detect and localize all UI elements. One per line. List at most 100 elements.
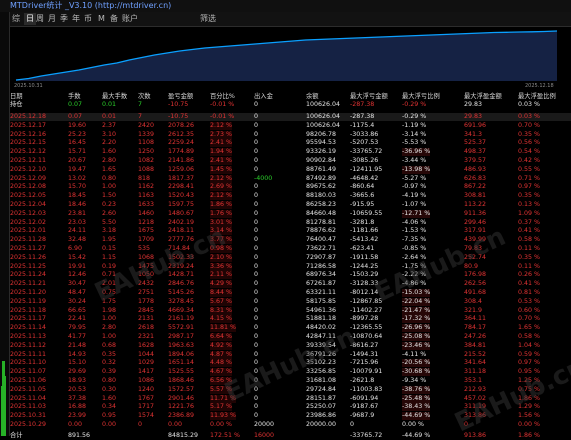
table-row[interactable]: 2025.12.16 25.23 3.10 1339 2612.35 2.73 % 0 982…: [10, 130, 571, 139]
toolbar-tab[interactable]: 年: [72, 13, 80, 25]
cell-col-1: 14.93: [68, 350, 87, 358]
cell-col-2: 2.80: [102, 324, 117, 332]
cell-col-6: 0: [254, 209, 259, 217]
cell-col-10: 29.83: [464, 101, 483, 108]
cell-col-9: -4.06 %: [402, 218, 427, 226]
cell-col-4: 1817.37: [168, 174, 195, 182]
cell-col-1: 0.07: [68, 113, 83, 120]
cell-col-7: 98206.78: [306, 130, 337, 138]
table-row[interactable]: 2025.12.08 15.70 1.00 1162 2298.41 2.69 % 0 896…: [10, 183, 571, 192]
cell-col-4: 1221.76: [168, 403, 195, 411]
cell-col-1: 41.77: [68, 333, 87, 340]
cell-col-4: 1480.67: [168, 209, 195, 217]
cell-col-9: -38.76 %: [402, 385, 431, 394]
cell-col-0: 2025.12.05: [10, 192, 47, 200]
cell-col-5: 6.64 %: [210, 333, 233, 341]
cell-col-2: 1.00: [102, 315, 117, 323]
cell-col-1: 37.38: [68, 394, 87, 402]
table-row[interactable]: 2025.12.05 18.45 1.50 1163 1520.43 2.12 % 0 881…: [10, 192, 571, 201]
cell-col-9: 0.00 %: [402, 421, 425, 428]
table-row[interactable]: 2025.12.12 15.71 1.60 1250 1774.89 1.94 % 0 933…: [10, 148, 571, 157]
cell-col-9: -25.08 %: [402, 333, 431, 341]
table-row[interactable]: 2025.12.17 19.60 2.37 2420 2078.26 2.12 % 0 100…: [10, 121, 571, 130]
cell-col-11: 0.11 %: [518, 245, 541, 252]
table-row[interactable]: 2025.12.04 18.46 0.23 1633 1597.75 1.86 % 0 862…: [10, 201, 571, 209]
cell-col-8: -287.38: [350, 101, 375, 108]
equity-chart-svg: [15, 30, 558, 81]
cell-col-3: 1717: [138, 403, 155, 411]
toolbar-tab[interactable]: 季: [60, 13, 68, 25]
table-row[interactable]: 2025.12.15 16.45 2.20 1108 2259.24 2.41 % 0 955…: [10, 139, 571, 148]
cell-col-1: 24.11: [68, 227, 87, 235]
cell-col-8: -4648.42: [350, 174, 379, 182]
toolbar: 综日周月季年币 M 备账户 筛选: [10, 12, 571, 27]
cell-col-2: 0.39: [102, 368, 117, 376]
cell-col-9: -4.11 %: [402, 350, 427, 358]
cell-col-10: 353.1: [464, 377, 483, 384]
cell-col-2: 0.80: [102, 377, 117, 384]
cell-col-3: 1675: [138, 227, 155, 235]
cell-col-3: 1218: [138, 218, 155, 226]
cell-col-3: 1628: [138, 341, 155, 349]
toolbar-tab[interactable]: M: [98, 13, 105, 25]
cell-col-7: 68976.34: [306, 271, 337, 279]
table-row[interactable]: 2025.11.25 19.91 0.19 1475 2319.24 3.36 % 0 712…: [10, 262, 571, 271]
cell-col-1: 18.45: [68, 192, 87, 200]
cell-col-8: -1911.58: [350, 253, 379, 261]
cell-col-5: 5.67 %: [210, 297, 233, 306]
table-row[interactable]: 2025.11.19 30.24 1.75 1778 3278.45 5.67 % 0 581…: [10, 297, 571, 306]
cell-col-6: 出入金: [254, 93, 273, 100]
cell-col-2: 2.80: [102, 157, 117, 164]
cell-col-2: 1.50: [102, 192, 117, 200]
cell-col-1: 79.95: [68, 324, 87, 332]
cell-col-3: 1767: [138, 394, 155, 402]
cell-col-5: 4.92 %: [210, 341, 233, 350]
toolbar-tab[interactable]: 日: [24, 13, 36, 25]
cell-col-4: 2141.86: [168, 157, 195, 164]
cell-col-2: 0.35: [102, 350, 117, 358]
cell-col-4: 1774.89: [168, 148, 195, 156]
cell-col-7: 100626.04: [306, 101, 341, 108]
cell-col-11: 0.13 %: [518, 201, 541, 208]
toolbar-tab[interactable]: 周: [36, 13, 44, 25]
cell-col-1: 15.10: [68, 359, 87, 367]
cell-col-1: 18.46: [68, 201, 87, 208]
cell-col-4: 5145.26: [168, 289, 195, 296]
table-row[interactable]: 2025.12.11 20.67 2.80 1082 2141.86 2.41 % 0 909…: [10, 157, 571, 165]
cell-col-4: 1525.55: [168, 368, 195, 376]
table-row[interactable]: 2025.11.17 22.41 1.00 2131 2161.19 4.15 % 0 518…: [10, 315, 571, 324]
toolbar-tab[interactable]: 币: [84, 13, 92, 25]
cell-col-0: 2025.11.26: [10, 253, 47, 261]
toolbar-tab[interactable]: 综: [12, 13, 20, 25]
table-row[interactable]: 2025.12.03 23.81 2.60 1460 1480.67 1.76 % 0 846…: [10, 209, 571, 218]
table-row[interactable]: 2025.12.10 19.47 1.65 1088 1259.06 1.45 % 0 887…: [10, 165, 571, 174]
position-row[interactable]: 持仓 0.07 0.01 7 -10.75 -0.01 % 0 100626.04 -287.3…: [10, 101, 571, 109]
stats-table: 日期 手数 最大手数 次数 盈亏金额 百分比% 出入金 余额 最大浮亏金额 最大浮亏比例 最大浮盈金…: [10, 93, 571, 439]
table-row[interactable]: 2025.11.14 79.95 2.80 2618 5572.91 11.81 % 0 48…: [10, 324, 571, 333]
cell-col-11: 0.55 %: [518, 165, 541, 173]
cell-col-11: 0.53 %: [518, 297, 541, 305]
cell-col-9: -22.04 %: [402, 297, 431, 306]
cell-col-2: 0.15: [102, 245, 117, 252]
cell-col-3: 7: [138, 113, 143, 120]
cell-col-9: -20.56 %: [402, 359, 431, 368]
cell-col-10: 486.93: [464, 165, 487, 173]
cell-col-4: 1894.06: [168, 350, 195, 358]
cell-col-1: 48.47: [68, 289, 87, 296]
table-row[interactable]: 2025.11.13 41.77 1.00 2321 2987.17 6.64 % 0 428…: [10, 333, 571, 341]
toolbar-tab[interactable]: 筛选: [200, 13, 216, 25]
toolbar-tab[interactable]: 备: [110, 13, 118, 25]
cell-col-7: 73622.71: [306, 245, 337, 252]
cell-col-0: 日期: [10, 93, 23, 100]
toolbar-tab[interactable]: 账户: [122, 13, 138, 25]
cell-col-10: 247.26: [464, 333, 487, 340]
toolbar-tab[interactable]: 月: [48, 13, 56, 25]
cell-col-3: 1163: [138, 192, 155, 200]
table-row[interactable]: 2025.12.09 13.02 0.80 818 1817.37 2.12 % -4000…: [10, 174, 571, 183]
table-row[interactable]: 2025.12.18 0.07 0.01 7 -10.75 -0.01 % 0 100626.…: [10, 113, 571, 121]
cell-col-4: 1259.06: [168, 165, 195, 173]
cell-col-9: 最大浮亏比例: [402, 93, 440, 100]
table-row[interactable]: 2025.11.18 66.65 1.98 2845 4669.34 8.31 % 0 549…: [10, 306, 571, 315]
cell-col-10: 867.22: [464, 183, 487, 191]
cell-col-9: -25.48 %: [402, 394, 431, 403]
